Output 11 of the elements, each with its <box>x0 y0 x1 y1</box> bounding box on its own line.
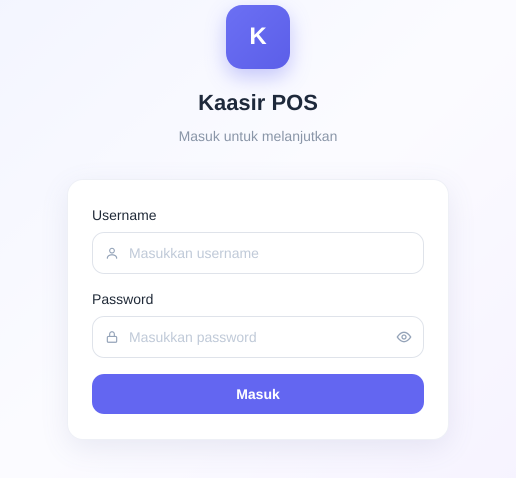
login-button[interactable]: Masuk <box>92 374 424 414</box>
username-field[interactable]: Masukkan username <box>92 232 424 274</box>
app-title: Kaasir POS <box>198 89 318 117</box>
field-label: Password <box>92 290 154 308</box>
field-label: Username <box>92 206 158 224</box>
lock-icon <box>105 330 119 344</box>
show-password-icon[interactable] <box>396 329 412 345</box>
password-field[interactable]: Masukkan password <box>92 316 424 358</box>
user-icon <box>105 246 119 260</box>
app-logo: K <box>226 5 290 69</box>
subtitle: Masuk untuk melanjutkan <box>178 127 338 145</box>
